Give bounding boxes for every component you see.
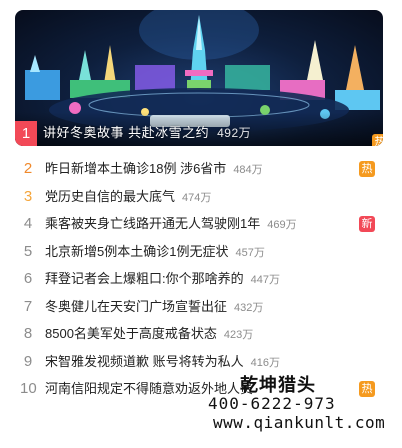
list-item[interactable]: 7 冬奥健儿在天安门广场宣誓出征 432万: [0, 293, 402, 321]
featured-title-text: 讲好冬奥故事 共赴冰雪之约: [43, 125, 210, 140]
new-badge: 新: [359, 216, 375, 232]
featured-title[interactable]: 讲好冬奥故事 共赴冰雪之约 492万: [43, 123, 251, 143]
item-title[interactable]: 宋智雅发视频道歉 账号将转为私人 416万: [45, 353, 280, 372]
item-count: 432万: [234, 301, 264, 314]
item-title-text: 拜登记者会上爆粗口:你个那啥养的: [45, 271, 244, 286]
item-title-text: 8500名美军处于高度戒备状态: [45, 326, 217, 341]
item-title-text: 乘客被夹身亡线路开通无人驾驶刚1年: [45, 216, 261, 231]
watermark-phone: 400-6222-973: [208, 394, 336, 413]
item-count: 423万: [223, 329, 254, 341]
list-item[interactable]: 4 乘客被夹身亡线路开通无人驾驶刚1年 469万 新: [0, 210, 402, 238]
item-title-text: 冬奥健儿在天安门广场宣誓出征: [45, 298, 228, 314]
item-count: 457万: [235, 246, 265, 259]
trending-list: 2 昨日新增本土确诊18例 涉6省市 484万 热 3 党历史自信的最大底气 474…: [0, 155, 402, 403]
featured-count: 492万: [217, 126, 252, 140]
item-rank: 8: [23, 325, 33, 342]
hot-badge: 热: [359, 161, 375, 177]
list-item[interactable]: 5 北京新增5例本土确诊1例无症状 457万: [0, 238, 402, 266]
featured-hot-badge: 热: [372, 134, 383, 146]
hot-badge: 热: [359, 381, 375, 397]
item-count: 474万: [182, 191, 212, 204]
item-title[interactable]: 拜登记者会上爆粗口:你个那啥养的 447万: [45, 270, 280, 289]
list-item[interactable]: 6 拜登记者会上爆粗口:你个那啥养的 447万: [0, 265, 402, 293]
item-rank: 10: [20, 380, 37, 397]
item-count: 416万: [250, 356, 280, 369]
item-title[interactable]: 北京新增5例本土确诊1例无症状 457万: [45, 243, 265, 262]
item-title[interactable]: 党历史自信的最大底气 474万: [45, 188, 211, 207]
item-count: 469万: [267, 219, 297, 231]
item-rank: 7: [23, 297, 33, 315]
featured-rank: 1: [15, 121, 37, 146]
item-title-text: 党历史自信的最大底气: [45, 188, 176, 204]
item-title[interactable]: 乘客被夹身亡线路开通无人驾驶刚1年 469万: [45, 215, 297, 234]
item-rank: 3: [23, 187, 33, 205]
item-title[interactable]: 昨日新增本土确诊18例 涉6省市 484万: [45, 160, 263, 179]
item-rank: 6: [23, 270, 33, 287]
item-rank: 4: [23, 215, 33, 232]
item-rank: 9: [23, 352, 33, 370]
list-item[interactable]: 2 昨日新增本土确诊18例 涉6省市 484万 热: [0, 155, 402, 183]
list-item[interactable]: 3 党历史自信的最大底气 474万: [0, 183, 402, 211]
list-item[interactable]: 8 8500名美军处于高度戒备状态 423万: [0, 320, 402, 348]
item-title-text: 昨日新增本土确诊18例 涉6省市: [45, 161, 227, 176]
item-count: 484万: [233, 164, 263, 176]
item-count: 447万: [250, 274, 280, 286]
list-item[interactable]: 9 宋智雅发视频道歉 账号将转为私人 416万: [0, 348, 402, 376]
item-title-text: 北京新增5例本土确诊1例无症状: [45, 243, 229, 259]
item-title[interactable]: 冬奥健儿在天安门广场宣誓出征 432万: [45, 298, 263, 317]
featured-banner[interactable]: 1 讲好冬奥故事 共赴冰雪之约 492万 热: [15, 10, 383, 146]
item-rank: 2: [23, 160, 33, 177]
watermark-url: www.qiankunlt.com: [213, 413, 386, 432]
item-rank: 5: [23, 242, 33, 260]
item-title-text: 宋智雅发视频道歉 账号将转为私人: [45, 353, 244, 369]
item-title[interactable]: 8500名美军处于高度戒备状态 423万: [45, 325, 253, 344]
list-item[interactable]: 10 河南信阳规定不得随意劝返外地人员 热: [0, 375, 402, 403]
